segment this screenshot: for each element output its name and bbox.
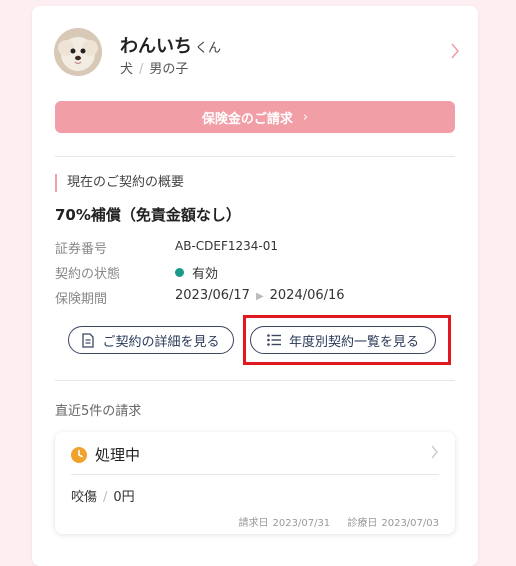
- period-start: 2023/06/17: [175, 288, 250, 303]
- claim-dates: 請求日 2023/07/31 診療日 2023/07/03: [239, 514, 439, 529]
- contract-card: わんいち くん 犬 / 男の子 保険金のご請求 › 現在のご契約の概要 70%補償（免…: [32, 6, 478, 566]
- separator: /: [103, 490, 108, 505]
- pet-gender: 男の子: [149, 62, 189, 77]
- chevron-right-icon[interactable]: [430, 444, 439, 464]
- divider: [55, 156, 455, 157]
- chevron-right-icon: ›: [302, 109, 309, 125]
- claim-status-text: 処理中: [95, 446, 141, 464]
- recent-claims-label: 直近5件の請求: [55, 404, 142, 419]
- contract-details-label: ご契約の詳細を見る: [102, 334, 220, 350]
- document-icon: [82, 332, 95, 348]
- separator: /: [139, 62, 144, 77]
- claim-injury: 咬傷: [71, 490, 98, 505]
- pet-name: わんいち くん: [120, 32, 221, 58]
- policy-number-label: 証券番号: [55, 242, 108, 257]
- claim-status: 処理中: [71, 444, 140, 465]
- pet-name-suffix: くん: [195, 41, 222, 56]
- pet-attributes: 犬 / 男の子: [120, 58, 188, 77]
- visit-date: 2023/07/03: [381, 518, 439, 529]
- clock-icon: [71, 446, 87, 463]
- chevron-right-icon[interactable]: [450, 42, 460, 64]
- period-value: 2023/06/17 ▶ 2024/06/16: [175, 288, 345, 303]
- divider: [55, 380, 455, 381]
- claim-date: 2023/07/31: [272, 518, 331, 529]
- claim-description: 咬傷 / 0円: [71, 486, 135, 505]
- pet-species: 犬: [120, 62, 134, 77]
- visit-date-label: 診療日: [347, 518, 378, 529]
- claim-request-button[interactable]: 保険金のご請求 ›: [55, 101, 455, 133]
- policy-number: AB-CDEF1234-01: [175, 239, 279, 253]
- divider: [71, 474, 439, 475]
- claim-amount: 0円: [113, 490, 135, 505]
- status-label: 契約の状態: [55, 267, 121, 282]
- contract-section-title: 現在のご契約の概要: [55, 174, 184, 192]
- period-end: 2024/06/16: [269, 288, 345, 303]
- claim-date-label: 請求日: [238, 518, 269, 529]
- pet-name-text: わんいち: [120, 36, 192, 57]
- pet-avatar: [54, 28, 102, 76]
- status-value: 有効: [175, 263, 218, 282]
- status-text: 有効: [192, 267, 219, 282]
- plan-name: 70%補償（免責金額なし）: [55, 206, 241, 224]
- pet-profile-row[interactable]: わんいち くん 犬 / 男の子: [54, 26, 460, 86]
- period-label: 保険期間: [55, 292, 108, 307]
- highlight-box: [243, 315, 451, 365]
- contract-details-button[interactable]: ご契約の詳細を見る: [68, 326, 234, 354]
- claim-request-label: 保険金のご請求: [201, 111, 293, 127]
- play-arrow-icon: ▶: [255, 291, 264, 302]
- status-dot-icon: [175, 268, 184, 277]
- claim-item[interactable]: 処理中 咬傷 / 0円 請求日 2023/07/31 診療日 2023/07/03: [55, 432, 455, 534]
